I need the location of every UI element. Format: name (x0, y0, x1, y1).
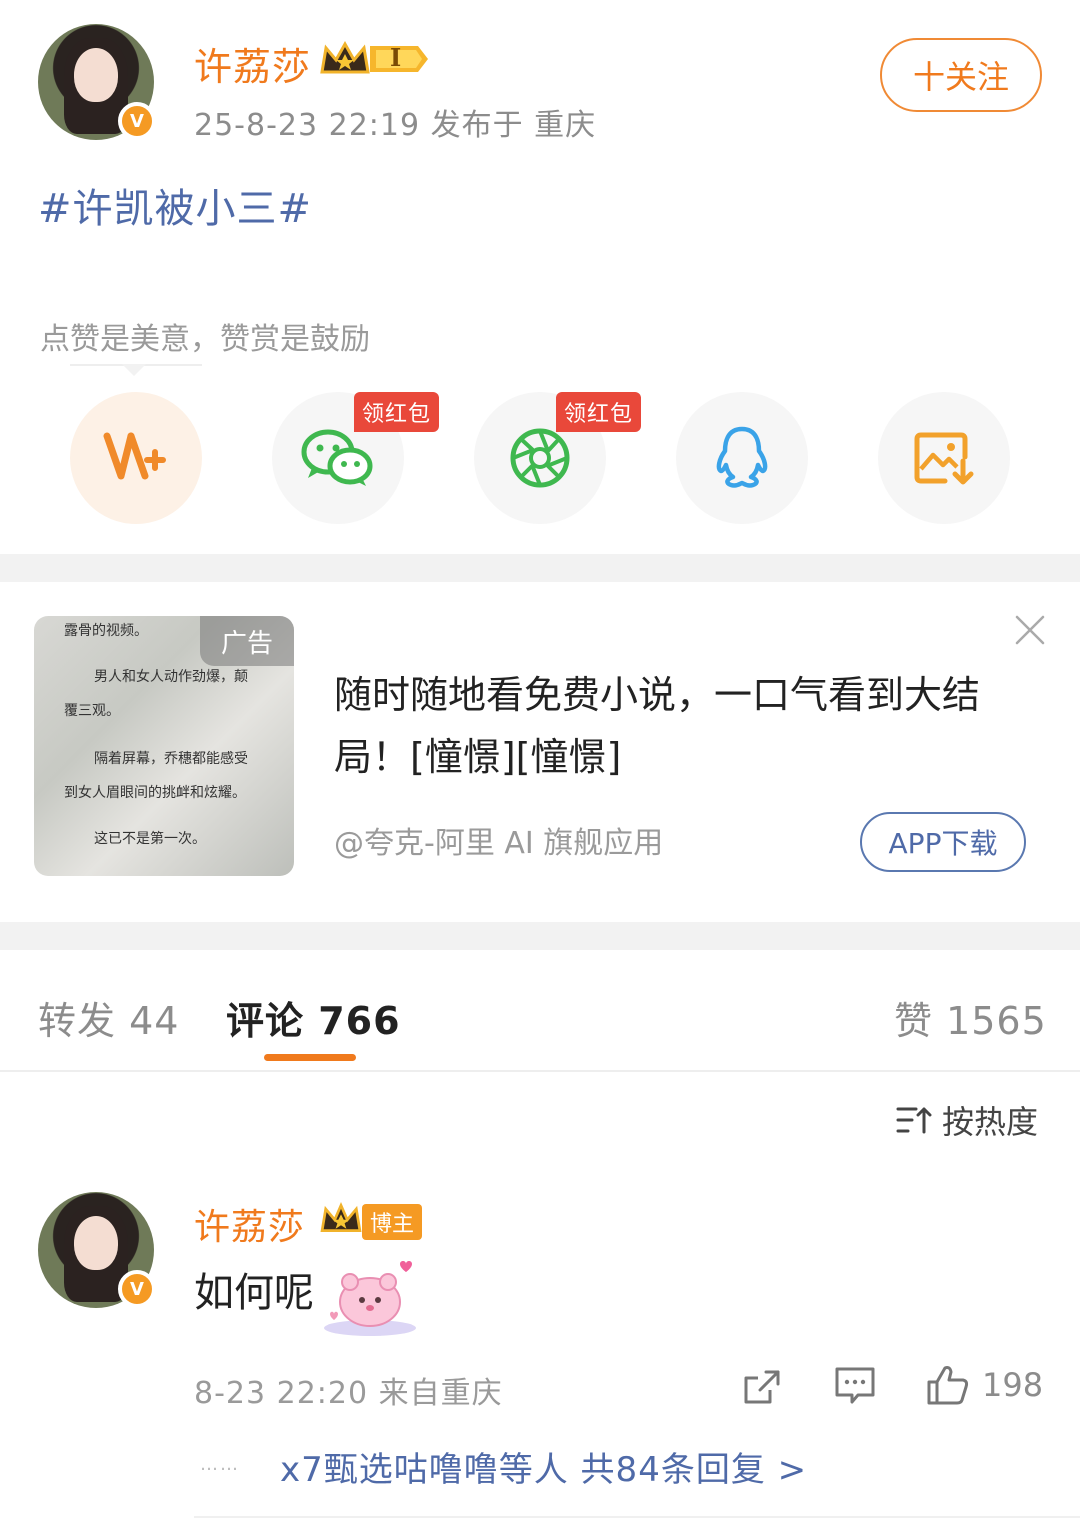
wechat-redpack-badge[interactable]: 领红包 (354, 392, 440, 432)
ad-source[interactable]: @夸克-阿里 AI 旗舰应用 (334, 818, 663, 862)
app-download-button[interactable]: APP下载 (860, 812, 1026, 872)
comment-icon[interactable] (834, 1366, 876, 1406)
level-badge-label: I (390, 43, 402, 72)
ad-thumbnail[interactable]: 露骨的视频。 男人和女人动作劲爆，颠 覆三观。 隔着屏幕，乔穗都能感受 到女人眉… (34, 616, 294, 876)
moments-icon (510, 428, 570, 488)
qq-icon (716, 426, 768, 488)
sort-button[interactable]: 按热度 (896, 1100, 1039, 1141)
reply-dots: …… (200, 1454, 240, 1475)
sort-icon (896, 1107, 932, 1134)
author-avatar[interactable]: V (38, 24, 156, 140)
ad-thumb-line: 到女人眉眼间的挑衅和炫耀。 (64, 785, 246, 801)
share-save-image[interactable] (878, 392, 1010, 524)
post-meta: 25-8-23 22:19 发布于 重庆 (194, 108, 597, 143)
share-weibo-reward[interactable] (70, 392, 202, 524)
commenter-name[interactable]: 许荔莎 (194, 1198, 305, 1250)
moments-redpack-badge[interactable]: 领红包 (556, 392, 642, 432)
save-image-icon (914, 432, 974, 485)
tabs-divider (0, 1070, 1080, 1072)
like-count: 198 (982, 1366, 1044, 1404)
follow-button[interactable]: 十关注 (880, 38, 1042, 112)
sort-label: 按热度 (942, 1103, 1039, 1141)
ad-thumb-line: 男人和女人动作劲爆，颠 (94, 669, 248, 685)
section-gap (0, 922, 1080, 950)
wechat-icon (301, 429, 373, 486)
ad-thumb-line: 隔着屏幕，乔穗都能感受 (94, 751, 248, 767)
ad-thumb-line: 这已不是第一次。 (94, 831, 206, 847)
verified-badge-icon: V (118, 1270, 156, 1308)
crown-level-badge: I (318, 38, 430, 80)
weibo-reward-icon (103, 432, 166, 480)
reward-caret (122, 364, 146, 376)
tab-like[interactable]: 赞 1565 (894, 990, 1047, 1045)
share-qq[interactable] (676, 392, 808, 524)
thumbs-up-icon (927, 1366, 969, 1405)
comment-meta: 8-23 22:20 来自重庆 (194, 1376, 503, 1411)
share-icon[interactable] (742, 1368, 782, 1406)
close-ad-icon[interactable] (1014, 614, 1046, 646)
tab-comment[interactable]: 评论 766 (226, 990, 401, 1045)
ad-tag: 广告 (200, 616, 294, 666)
view-replies-link[interactable]: x7甄选咕噜噜等人 共84条回复 > (280, 1442, 807, 1491)
topic-hashtag[interactable]: #许凯被小三# (38, 176, 312, 234)
ad-title[interactable]: 随时随地看免费小说，一口气看到大结局！[憧憬][憧憬] (334, 664, 1014, 788)
bear-sticker-icon (324, 1261, 416, 1336)
crown-icon (320, 1202, 362, 1232)
commenter-avatar[interactable]: V (38, 1192, 156, 1308)
like-button[interactable]: 198 (926, 1364, 1043, 1406)
ad-thumb-line: 露骨的视频。 (64, 623, 148, 639)
tab-repost[interactable]: 转发 44 (38, 990, 179, 1045)
crown-icon (320, 40, 428, 74)
reward-hint: 点赞是美意，赞赏是鼓励 (40, 322, 370, 357)
verified-badge-icon: V (118, 102, 156, 140)
ad-thumb-line: 覆三观。 (64, 703, 120, 719)
bottom-divider (194, 1516, 1080, 1518)
comment-text: 如何呢 (194, 1270, 314, 1316)
blogger-tag: 博主 (362, 1204, 423, 1240)
author-name[interactable]: 许荔莎 (194, 36, 311, 91)
active-tab-indicator (264, 1054, 356, 1061)
section-gap (0, 554, 1080, 582)
